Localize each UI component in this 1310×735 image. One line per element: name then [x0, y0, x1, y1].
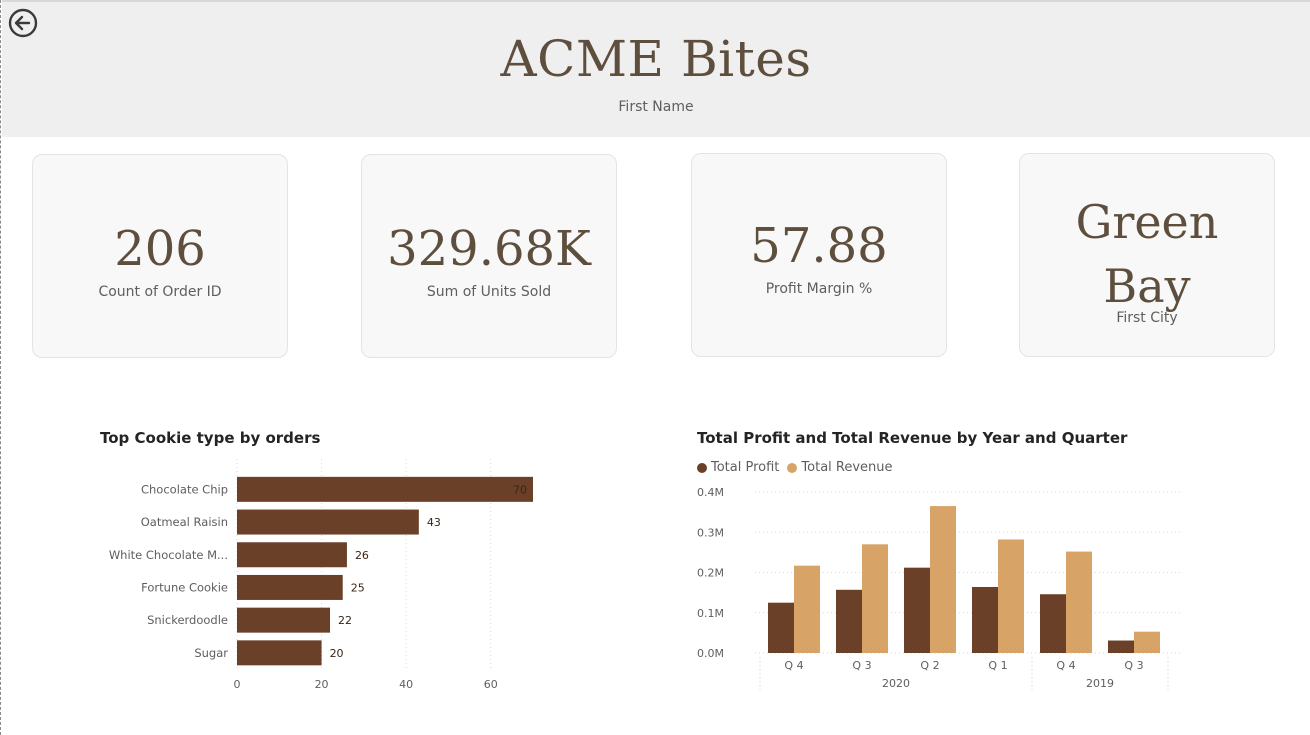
- revenue-bar: [1066, 551, 1092, 653]
- chart-legend[interactable]: Total Profit Total Revenue: [697, 460, 893, 475]
- quarter-label: Q 3: [1124, 659, 1143, 672]
- cookie-type-bar-chart[interactable]: 0 20 40 60 Chocolate Chip 70 Oatmeal Raisin 43 W…: [100, 455, 620, 700]
- profit-bar: [768, 602, 794, 653]
- kpi-label: Sum of Units Sold: [426, 284, 552, 300]
- year-label: 2020: [882, 677, 910, 690]
- kpi-value: 206: [114, 221, 206, 277]
- bar: [237, 509, 419, 535]
- bar: [237, 476, 533, 502]
- y-tick-label: 0.1M: [697, 607, 724, 620]
- category-label: Snickerdoodle: [147, 613, 228, 627]
- bar: [237, 607, 331, 633]
- y-tick-label: 0.3M: [697, 526, 724, 539]
- data-label: 25: [351, 581, 365, 594]
- city-value-line2: Bay: [1103, 259, 1191, 313]
- city-value-line1: Green: [1075, 195, 1219, 249]
- profit-bar: [836, 589, 862, 653]
- category-label: White Chocolate M...: [109, 548, 228, 562]
- revenue-bar: [794, 565, 820, 653]
- y-tick-label: 0.4M: [697, 486, 724, 499]
- bar: [237, 640, 322, 666]
- x-tick-label: 0: [234, 678, 241, 691]
- kpi-label: First City: [1116, 310, 1178, 326]
- profit-bar: [1108, 640, 1134, 653]
- revenue-bar: [862, 544, 888, 653]
- data-label: 20: [330, 647, 344, 660]
- y-tick-label: 0.2M: [697, 567, 724, 580]
- revenue-bar: [998, 539, 1024, 653]
- kpi-label: Count of Order ID: [98, 284, 222, 300]
- kpi-value: 329.68K: [387, 221, 591, 277]
- kpi-value: 57.88: [750, 218, 888, 274]
- profit-bar: [1040, 594, 1066, 653]
- revenue-bar: [1134, 631, 1160, 653]
- x-tick-label: 20: [315, 678, 329, 691]
- profit-revenue-column-chart[interactable]: 0.0M 0.1M 0.2M 0.3M 0.4M Q 4 Q 3 Q 2 Q 1 Q 4 Q 3 20…: [690, 480, 1190, 695]
- quarter-label: Q 2: [920, 659, 939, 672]
- profit-revenue-chart-title: Total Profit and Total Revenue by Year a…: [697, 429, 1128, 447]
- report-subtitle: First Name: [618, 99, 694, 115]
- category-label: Fortune Cookie: [141, 580, 228, 594]
- data-label: 26: [355, 549, 369, 562]
- category-label: Oatmeal Raisin: [141, 515, 228, 529]
- kpi-card-profit-margin[interactable]: 57.88 Profit Margin %: [691, 153, 947, 357]
- report-header: ACME Bites First Name: [2, 0, 1310, 137]
- bar: [237, 542, 347, 568]
- kpi-card-first-city[interactable]: Green Bay First City: [1019, 153, 1275, 357]
- x-tick-label: 40: [399, 678, 413, 691]
- legend-dot-profit: [697, 462, 707, 473]
- legend-label-profit: Total Profit: [711, 460, 780, 475]
- category-label: Chocolate Chip: [141, 482, 228, 496]
- quarter-label: Q 4: [1056, 659, 1075, 672]
- bar: [237, 574, 343, 600]
- profit-bar: [904, 567, 930, 653]
- quarter-label: Q 4: [784, 659, 803, 672]
- x-tick-label: 60: [484, 678, 498, 691]
- quarter-label: Q 3: [852, 659, 871, 672]
- y-tick-label: 0.0M: [697, 647, 724, 660]
- year-label: 2019: [1086, 677, 1114, 690]
- legend-dot-revenue: [787, 462, 798, 473]
- category-label: Sugar: [194, 646, 228, 660]
- kpi-card-order-count[interactable]: 206 Count of Order ID: [32, 154, 288, 358]
- report-title: ACME Bites: [500, 30, 812, 88]
- revenue-bar: [930, 506, 956, 653]
- cookie-chart-title: Top Cookie type by orders: [100, 429, 321, 447]
- data-label: 22: [338, 614, 352, 627]
- quarter-label: Q 1: [988, 659, 1007, 672]
- profit-bar: [972, 586, 998, 653]
- kpi-card-units-sold[interactable]: 329.68K Sum of Units Sold: [361, 154, 617, 358]
- kpi-label: Profit Margin %: [765, 281, 873, 297]
- canvas-edge: [0, 0, 1, 735]
- data-label: 43: [427, 516, 441, 529]
- data-label: 70: [513, 483, 527, 496]
- legend-label-revenue: Total Revenue: [801, 460, 893, 475]
